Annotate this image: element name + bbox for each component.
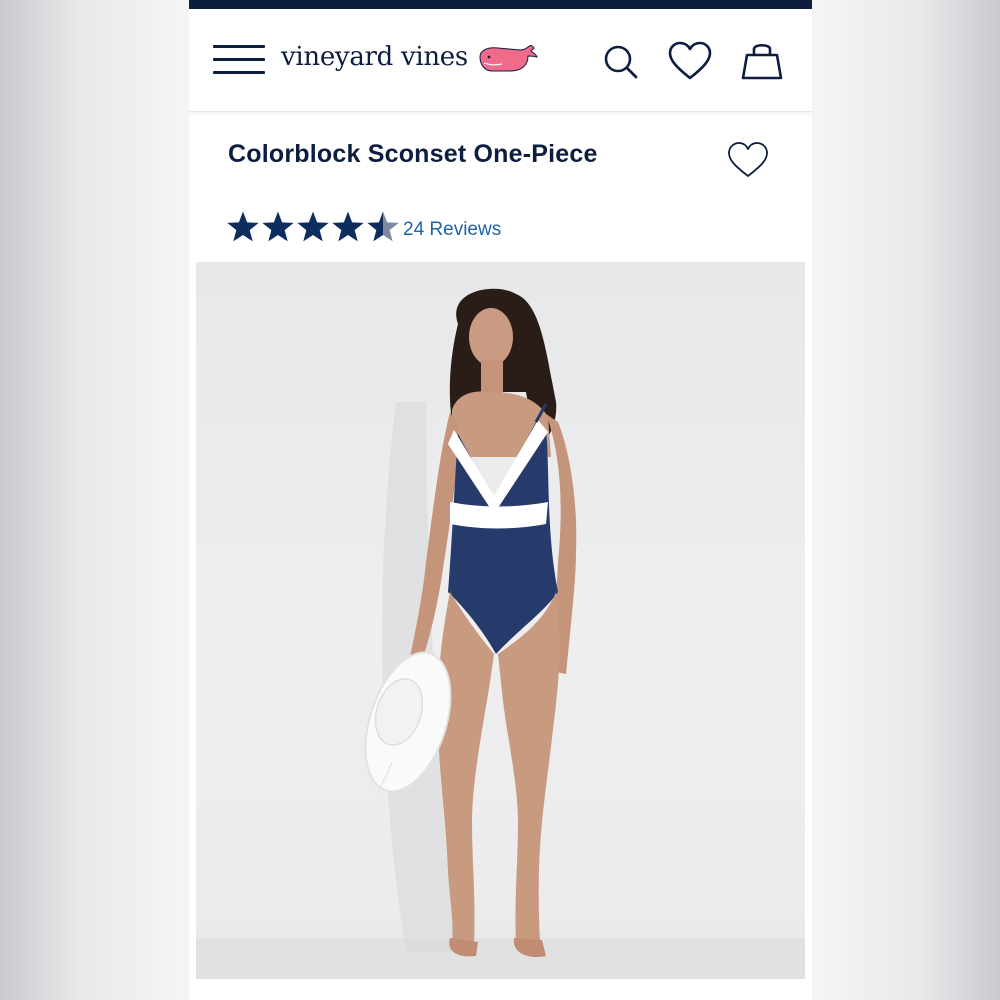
heart-icon[interactable] <box>668 41 712 81</box>
rating-star-icon <box>332 211 364 242</box>
reviews-link[interactable]: 24 Reviews <box>403 219 501 241</box>
search-icon[interactable] <box>601 41 641 81</box>
rating-star-icon <box>262 211 294 242</box>
model-photo <box>196 288 805 979</box>
product-title: Colorblock Sconset One-Piece <box>228 140 598 168</box>
brand-logo-text[interactable]: vineyard vines <box>281 42 468 72</box>
rating-star-icon <box>227 211 259 242</box>
add-to-wishlist-heart-icon[interactable] <box>726 140 770 180</box>
site-header: vineyard vines <box>189 9 812 112</box>
product-image[interactable] <box>196 262 805 979</box>
phone-screen: vineyard vines Colorblock Sconset One-Pi… <box>189 0 812 1000</box>
rating-star-icon <box>297 211 329 242</box>
rating-stars[interactable] <box>227 210 399 244</box>
top-bar <box>189 0 812 9</box>
menu-icon[interactable] <box>213 45 267 75</box>
shopping-bag-icon[interactable] <box>741 41 783 81</box>
whale-logo-icon[interactable] <box>478 45 538 73</box>
rating-star-icon <box>367 211 399 242</box>
